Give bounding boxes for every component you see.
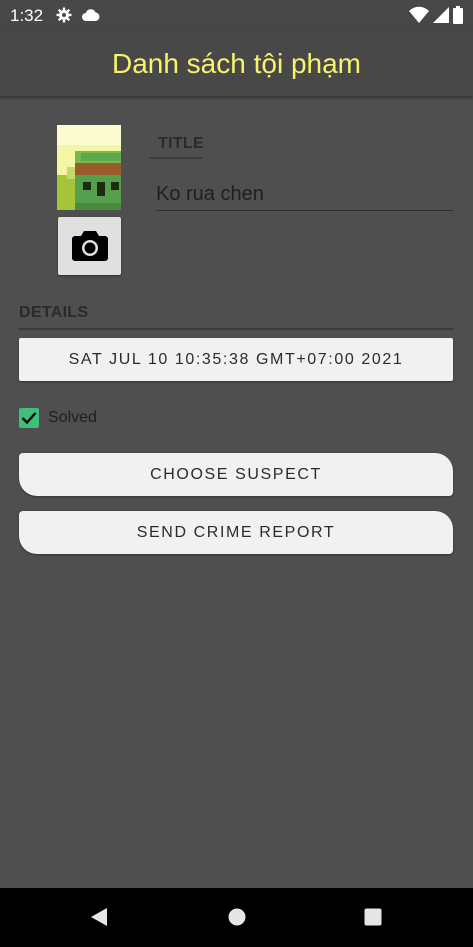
details-divider	[19, 328, 453, 330]
title-label-underline	[149, 157, 202, 159]
recents-icon[interactable]	[364, 908, 382, 926]
home-icon[interactable]	[228, 908, 246, 926]
checkmark-icon	[21, 412, 37, 425]
crime-photo-thumbnail	[57, 125, 121, 210]
navigation-bar	[0, 888, 473, 947]
cloud-icon	[82, 9, 100, 21]
solved-checkbox[interactable]	[19, 408, 39, 428]
title-label: TITLE	[158, 135, 204, 152]
title-input[interactable]	[156, 178, 453, 211]
solved-checkbox-row[interactable]: Solved	[19, 407, 97, 429]
app-bar: Danh sách tội phạm	[0, 32, 473, 96]
status-right-icons	[409, 6, 463, 24]
wifi-icon	[409, 6, 429, 23]
signal-icon	[433, 7, 449, 23]
camera-button[interactable]	[58, 217, 121, 275]
status-bar: 1:32	[0, 0, 473, 32]
app-title: Danh sách tội phạm	[111, 48, 362, 79]
gear-icon	[56, 7, 72, 23]
date-button[interactable]: SAT JUL 10 10:35:38 GMT+07:00 2021	[19, 338, 453, 381]
choose-suspect-button[interactable]: CHOOSE SUSPECT	[19, 453, 453, 496]
status-time: 1:32	[10, 6, 44, 25]
battery-icon	[453, 6, 463, 24]
solved-label: Solved	[48, 409, 97, 426]
status-left-icons	[56, 7, 100, 23]
send-crime-report-button[interactable]: SEND CRIME REPORT	[19, 511, 453, 554]
details-label: DETAILS	[19, 304, 89, 321]
back-icon[interactable]	[90, 907, 108, 927]
camera-icon	[71, 231, 108, 261]
